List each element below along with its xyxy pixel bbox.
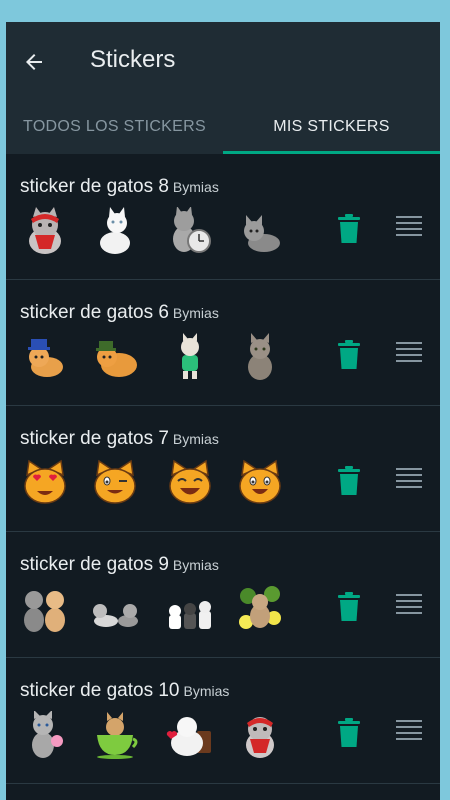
pack-author: Bymias <box>172 431 219 447</box>
pack-title: sticker de gatos 9 Bymias <box>20 554 219 576</box>
pack-name: sticker de gatos 8 <box>20 176 169 197</box>
sticker-thumbnail <box>235 710 285 760</box>
drag-handle-icon[interactable] <box>396 216 422 242</box>
pack-name: sticker de gatos 7 <box>20 428 169 449</box>
cat-sticker-icon <box>32 711 63 758</box>
cat-sticker-icon <box>248 333 272 380</box>
sticker-thumbnail <box>235 458 285 508</box>
sticker-thumbnail <box>235 332 285 382</box>
app-bar: Stickers <box>6 22 440 100</box>
sticker-thumbnail <box>90 584 140 634</box>
tab-all-stickers[interactable]: TODOS LOS STICKERS <box>6 100 223 154</box>
tab-bar: TODOS LOS STICKERS MIS STICKERS <box>6 100 440 154</box>
cat-sticker-icon <box>96 341 137 377</box>
delete-icon[interactable] <box>336 592 362 622</box>
tab-my-stickers[interactable]: MIS STICKERS <box>223 100 440 154</box>
sticker-thumbnail <box>20 458 70 508</box>
phone-screen: Stickers TODOS LOS STICKERS MIS STICKERS… <box>6 22 440 800</box>
pack-author: Bymias <box>172 305 219 321</box>
sticker-pack-row[interactable]: sticker de gatos 10 Bymias <box>6 658 440 784</box>
pack-name: sticker de gatos 10 <box>20 680 180 701</box>
sticker-thumbnail <box>165 206 215 256</box>
cat-sticker-icon <box>93 604 138 627</box>
sticker-thumbnail <box>20 584 70 634</box>
cat-sticker-icon <box>166 717 211 756</box>
sticker-thumbnail <box>20 206 70 256</box>
cat-sticker-icon <box>29 207 61 254</box>
drag-handle-icon[interactable] <box>396 468 422 494</box>
delete-icon[interactable] <box>336 718 362 748</box>
pack-name: sticker de gatos 6 <box>20 302 169 323</box>
pack-title: sticker de gatos 6 Bymias <box>20 302 219 324</box>
sticker-pack-row[interactable]: sticker de gatos 9 Bymias <box>6 532 440 658</box>
sticker-thumbnail <box>90 710 140 760</box>
cat-emoji-icon <box>24 459 66 504</box>
delete-icon[interactable] <box>336 214 362 244</box>
drag-handle-icon[interactable] <box>396 342 422 368</box>
cat-sticker-icon <box>24 591 65 632</box>
cat-emoji-icon <box>169 459 211 504</box>
sticker-pack-row[interactable]: sticker de gatos 8 Bymias <box>6 154 440 280</box>
cat-sticker-icon <box>173 207 211 253</box>
pack-author: Bymias <box>172 179 219 195</box>
pack-author: Bymias <box>172 557 219 573</box>
sticker-thumbnail <box>90 332 140 382</box>
pack-title: sticker de gatos 7 Bymias <box>20 428 219 450</box>
cat-sticker-icon <box>239 586 281 629</box>
cat-sticker-icon <box>244 215 280 252</box>
sticker-thumbnail <box>165 458 215 508</box>
sticker-thumbnail <box>20 710 70 760</box>
sticker-thumbnail <box>165 710 215 760</box>
sticker-pack-row[interactable]: sticker de gatos 7 Bymias <box>6 406 440 532</box>
cat-emoji-icon <box>94 459 136 504</box>
sticker-pack-list: sticker de gatos 8 Bymias sticker de gat… <box>6 154 440 784</box>
arrow-back-icon <box>26 54 42 70</box>
back-button[interactable] <box>16 44 52 80</box>
drag-handle-icon[interactable] <box>396 720 422 746</box>
cat-sticker-icon <box>169 601 211 629</box>
sticker-thumbnail <box>90 458 140 508</box>
pack-title: sticker de gatos 10 Bymias <box>20 680 229 702</box>
sticker-thumbnail <box>20 332 70 382</box>
drag-handle-icon[interactable] <box>396 594 422 620</box>
sticker-thumbnail <box>90 206 140 256</box>
sticker-thumbnail <box>165 584 215 634</box>
sticker-pack-row[interactable]: sticker de gatos 6 Bymias <box>6 280 440 406</box>
sticker-thumbnail <box>235 584 285 634</box>
page-title: Stickers <box>90 46 176 73</box>
cat-sticker-icon <box>100 207 130 254</box>
delete-icon[interactable] <box>336 466 362 496</box>
pack-author: Bymias <box>183 683 230 699</box>
delete-icon[interactable] <box>336 340 362 370</box>
cat-sticker-icon <box>97 712 138 759</box>
cat-sticker-icon <box>246 717 274 758</box>
cat-sticker-icon <box>28 339 63 377</box>
pack-name: sticker de gatos 9 <box>20 554 169 575</box>
cat-emoji-icon <box>239 459 281 504</box>
sticker-thumbnail <box>235 206 285 256</box>
cat-sticker-icon <box>181 333 199 379</box>
sticker-thumbnail <box>165 332 215 382</box>
pack-title: sticker de gatos 8 Bymias <box>20 176 219 198</box>
